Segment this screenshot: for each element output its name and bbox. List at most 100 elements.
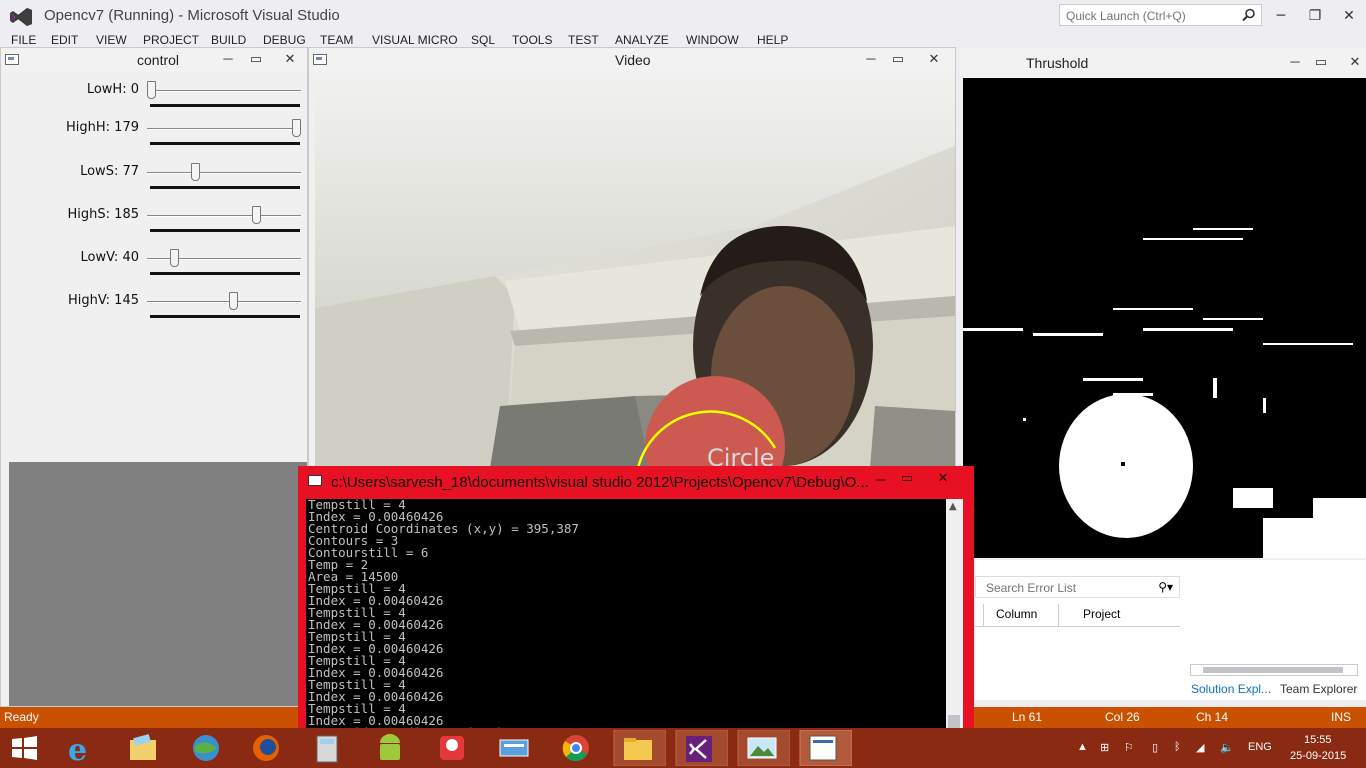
minimize-button[interactable]: ─ <box>1268 6 1294 26</box>
start-button-icon[interactable] <box>0 730 56 766</box>
image-viewer-icon[interactable] <box>734 730 790 766</box>
menu-project[interactable]: PROJECT <box>143 33 199 47</box>
bluetooth-icon[interactable]: ᛒ <box>1174 741 1181 753</box>
slider-thumb[interactable] <box>191 163 200 181</box>
close-button[interactable]: ✕ <box>1336 6 1362 26</box>
binary-mask-image <box>963 78 1366 558</box>
window-icon <box>5 54 19 65</box>
close-button[interactable]: ✕ <box>1344 53 1366 71</box>
slider-thumb[interactable] <box>170 249 179 267</box>
console-title-bar: c:\Users\sarvesh_18\documents\visual stu… <box>298 466 974 498</box>
keyboard-app-icon[interactable] <box>486 730 542 766</box>
vertical-scrollbar[interactable]: ▲ ▼ <box>946 499 963 751</box>
file-explorer-icon[interactable] <box>116 730 172 766</box>
slider-underline <box>150 104 300 107</box>
scrollbar-thumb[interactable] <box>1203 667 1343 673</box>
horizontal-scrollbar[interactable] <box>1190 664 1358 676</box>
slider-underline <box>150 315 300 318</box>
visual-studio-logo-icon <box>10 8 32 26</box>
restore-button[interactable]: ❐ <box>1302 6 1328 26</box>
maximize-button[interactable]: ▭ <box>245 50 267 68</box>
menu-team[interactable]: TEAM <box>320 33 353 47</box>
window-title: Opencv7 (Running) - Microsoft Visual Stu… <box>44 7 340 24</box>
menu-tools[interactable]: TOOLS <box>512 33 552 47</box>
slider-underline <box>150 142 300 145</box>
quick-launch[interactable] <box>1059 4 1262 26</box>
error-search-input[interactable] <box>984 580 1153 596</box>
windows-flag-icon[interactable]: ⊞ <box>1100 741 1109 754</box>
console-icon <box>308 475 322 486</box>
control-title-bar: control ─ ▭ ✕ <box>1 48 307 72</box>
slider-track[interactable] <box>147 81 301 99</box>
error-search-box[interactable]: ⚲▾ <box>975 576 1180 598</box>
slider-underline <box>150 186 300 189</box>
language-indicator[interactable]: ENG <box>1248 741 1272 753</box>
show-hidden-icons-icon[interactable]: ▲ <box>1077 741 1088 753</box>
search-icon: ⚲▾ <box>1158 580 1173 594</box>
slider-thumb[interactable] <box>147 81 156 99</box>
close-button[interactable]: ✕ <box>279 50 301 68</box>
status-char: Ch 14 <box>1196 710 1229 724</box>
menu-visual-micro[interactable]: VISUAL MICRO <box>372 33 458 47</box>
close-button[interactable]: ✕ <box>923 50 945 68</box>
clock-time[interactable]: 15:55 <box>1304 734 1332 746</box>
search-icon <box>1242 8 1255 22</box>
menu-debug[interactable]: DEBUG <box>263 33 306 47</box>
firefox-icon[interactable] <box>238 730 294 766</box>
slider-track[interactable] <box>147 119 301 137</box>
menu-sql[interactable]: SQL <box>471 33 495 47</box>
battery-icon[interactable]: ▯ <box>1152 741 1158 754</box>
tab-team-explorer[interactable]: Team Explorer <box>1280 682 1357 696</box>
minimize-button[interactable]: ─ <box>860 50 882 68</box>
status-line: Ln 61 <box>1012 710 1043 724</box>
scroll-up-icon[interactable]: ▲ <box>949 501 957 512</box>
slider-thumb[interactable] <box>252 206 261 224</box>
console-text: Tempstill = 4 Index = 0.00460426 Centroi… <box>308 499 579 739</box>
calculator-icon[interactable] <box>300 730 356 766</box>
menu-analyze[interactable]: ANALYZE <box>615 33 669 47</box>
slider-track[interactable] <box>147 163 301 181</box>
error-list-header: Column Project <box>975 604 1180 627</box>
menu-test[interactable]: TEST <box>568 33 599 47</box>
console-app-icon[interactable] <box>796 730 852 766</box>
menu-view[interactable]: VIEW <box>96 33 127 47</box>
clock-date[interactable]: 25-09-2015 <box>1290 750 1346 762</box>
internet-explorer-icon[interactable]: e <box>54 730 110 766</box>
chrome-icon[interactable] <box>548 730 604 766</box>
slider-thumb[interactable] <box>292 119 301 137</box>
tab-solution-explorer[interactable]: Solution Expl... <box>1191 682 1271 696</box>
quick-launch-input[interactable] <box>1064 6 1243 26</box>
slider-track[interactable] <box>147 249 301 267</box>
close-button[interactable]: ✕ <box>932 469 954 487</box>
android-icon[interactable] <box>362 730 418 766</box>
network-icon[interactable]: ◢ <box>1196 741 1204 754</box>
globe-app-icon[interactable] <box>178 730 234 766</box>
download-app-icon[interactable] <box>424 730 480 766</box>
video-window: Video ─ ▭ ✕ Circle <box>308 47 956 468</box>
action-center-icon[interactable]: ⚐ <box>1124 741 1134 754</box>
menu-build[interactable]: BUILD <box>211 33 246 47</box>
menu-help[interactable]: HELP <box>757 33 788 47</box>
threshold-window: Thrushold ─ ▭ ✕ <box>960 47 1366 560</box>
slider-thumb[interactable] <box>229 292 238 310</box>
menu-file[interactable]: FILE <box>11 33 36 47</box>
slider-underline <box>150 229 300 232</box>
folder-icon[interactable] <box>610 730 666 766</box>
slider-underline <box>150 272 300 275</box>
slider-track[interactable] <box>147 206 301 224</box>
column-header[interactable]: Column <box>983 604 1059 626</box>
slider-label: LowH: 0 <box>86 82 139 97</box>
maximize-button[interactable]: ▭ <box>1310 53 1332 71</box>
minimize-button[interactable]: ─ <box>870 471 892 489</box>
minimize-button[interactable]: ─ <box>217 50 239 68</box>
maximize-button[interactable]: ▭ <box>896 469 918 487</box>
menu-window[interactable]: WINDOW <box>686 33 739 47</box>
visual-studio-taskbar-icon[interactable] <box>672 730 728 766</box>
slider-track[interactable] <box>147 292 301 310</box>
maximize-button[interactable]: ▭ <box>887 50 909 68</box>
solution-tabs: Solution Expl... Team Explorer <box>1184 680 1366 700</box>
menu-edit[interactable]: EDIT <box>51 33 78 47</box>
minimize-button[interactable]: ─ <box>1284 53 1306 71</box>
project-header[interactable]: Project <box>1083 607 1120 621</box>
volume-icon[interactable]: 🔈 <box>1220 741 1234 754</box>
